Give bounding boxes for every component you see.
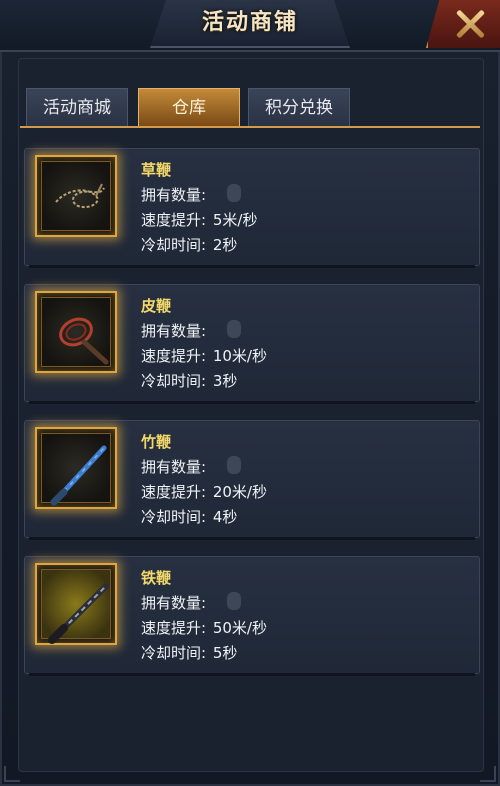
cooldown-label: 冷却时间: [141, 508, 207, 526]
cooldown-value: 5秒 [212, 644, 238, 662]
tab-points-exchange[interactable]: 积分兑换 [248, 88, 350, 126]
item-name: 铁鞭 [141, 569, 172, 587]
tab-underline [20, 126, 480, 128]
speed-value: 50米/秒 [212, 619, 267, 637]
item-card[interactable]: 皮鞭 拥有数量: 速度提升: 10米/秒 冷却时间: 3秒 [24, 284, 480, 404]
item-cooldown-row: 冷却时间: 4秒 [141, 506, 237, 527]
item-name: 皮鞭 [141, 297, 172, 315]
tab-warehouse[interactable]: 仓库 [138, 88, 240, 126]
item-speed-row: 速度提升: 5米/秒 [141, 209, 257, 230]
item-card[interactable]: 竹鞭 拥有数量: 速度提升: 20米/秒 冷却时间: 4秒 [24, 420, 480, 540]
frame-corner-ornament [480, 766, 496, 782]
item-count-row: 拥有数量: [141, 592, 206, 613]
cooldown-value: 4秒 [212, 508, 238, 526]
speed-value: 20米/秒 [212, 483, 267, 501]
item-name: 草鞭 [141, 161, 172, 179]
item-cooldown-row: 冷却时间: 5秒 [141, 642, 237, 663]
item-cooldown-row: 冷却时间: 2秒 [141, 234, 237, 255]
speed-value: 5米/秒 [212, 211, 258, 229]
item-speed-row: 速度提升: 10米/秒 [141, 345, 267, 366]
cooldown-value: 3秒 [212, 372, 238, 390]
count-value-hidden [227, 184, 241, 202]
bamboo-whip-icon [41, 433, 111, 506]
item-card[interactable]: 铁鞭 拥有数量: 速度提升: 50米/秒 冷却时间: 5秒 [24, 556, 480, 676]
item-slot[interactable] [35, 563, 117, 645]
tab-activity-shop[interactable]: 活动商城 [26, 88, 128, 126]
cooldown-label: 冷却时间: [141, 644, 207, 662]
item-name: 竹鞭 [141, 433, 172, 451]
count-label: 拥有数量: [141, 594, 207, 612]
frame-corner-ornament [4, 766, 20, 782]
grass-whip-icon [41, 161, 111, 231]
speed-label: 速度提升: [141, 347, 207, 365]
speed-label: 速度提升: [141, 483, 207, 501]
item-speed-row: 速度提升: 50米/秒 [141, 617, 267, 638]
count-value-hidden [227, 592, 241, 610]
item-count-row: 拥有数量: [141, 456, 206, 477]
speed-value: 10米/秒 [212, 347, 267, 365]
speed-label: 速度提升: [141, 619, 207, 637]
iron-whip-icon [41, 569, 111, 644]
close-button[interactable] [426, 0, 500, 48]
count-value-hidden [227, 456, 241, 474]
item-card[interactable]: 草鞭 拥有数量: 速度提升: 5米/秒 冷却时间: 2秒 [24, 148, 480, 268]
count-label: 拥有数量: [141, 186, 207, 204]
leather-whip-icon [41, 297, 111, 367]
count-label: 拥有数量: [141, 322, 207, 340]
item-slot[interactable] [35, 155, 117, 237]
speed-label: 速度提升: [141, 211, 207, 229]
item-cooldown-row: 冷却时间: 3秒 [141, 370, 237, 391]
cooldown-label: 冷却时间: [141, 372, 207, 390]
item-slot[interactable] [35, 427, 117, 509]
window-header: 活动商铺 [0, 0, 500, 52]
count-label: 拥有数量: [141, 458, 207, 476]
item-speed-row: 速度提升: 20米/秒 [141, 481, 267, 502]
item-count-row: 拥有数量: [141, 184, 206, 205]
window-title: 活动商铺 [201, 10, 298, 35]
count-value-hidden [227, 320, 241, 338]
close-icon [448, 2, 492, 46]
cooldown-label: 冷却时间: [141, 236, 207, 254]
cooldown-value: 2秒 [212, 236, 238, 254]
item-slot[interactable] [35, 291, 117, 373]
item-count-row: 拥有数量: [141, 320, 206, 341]
